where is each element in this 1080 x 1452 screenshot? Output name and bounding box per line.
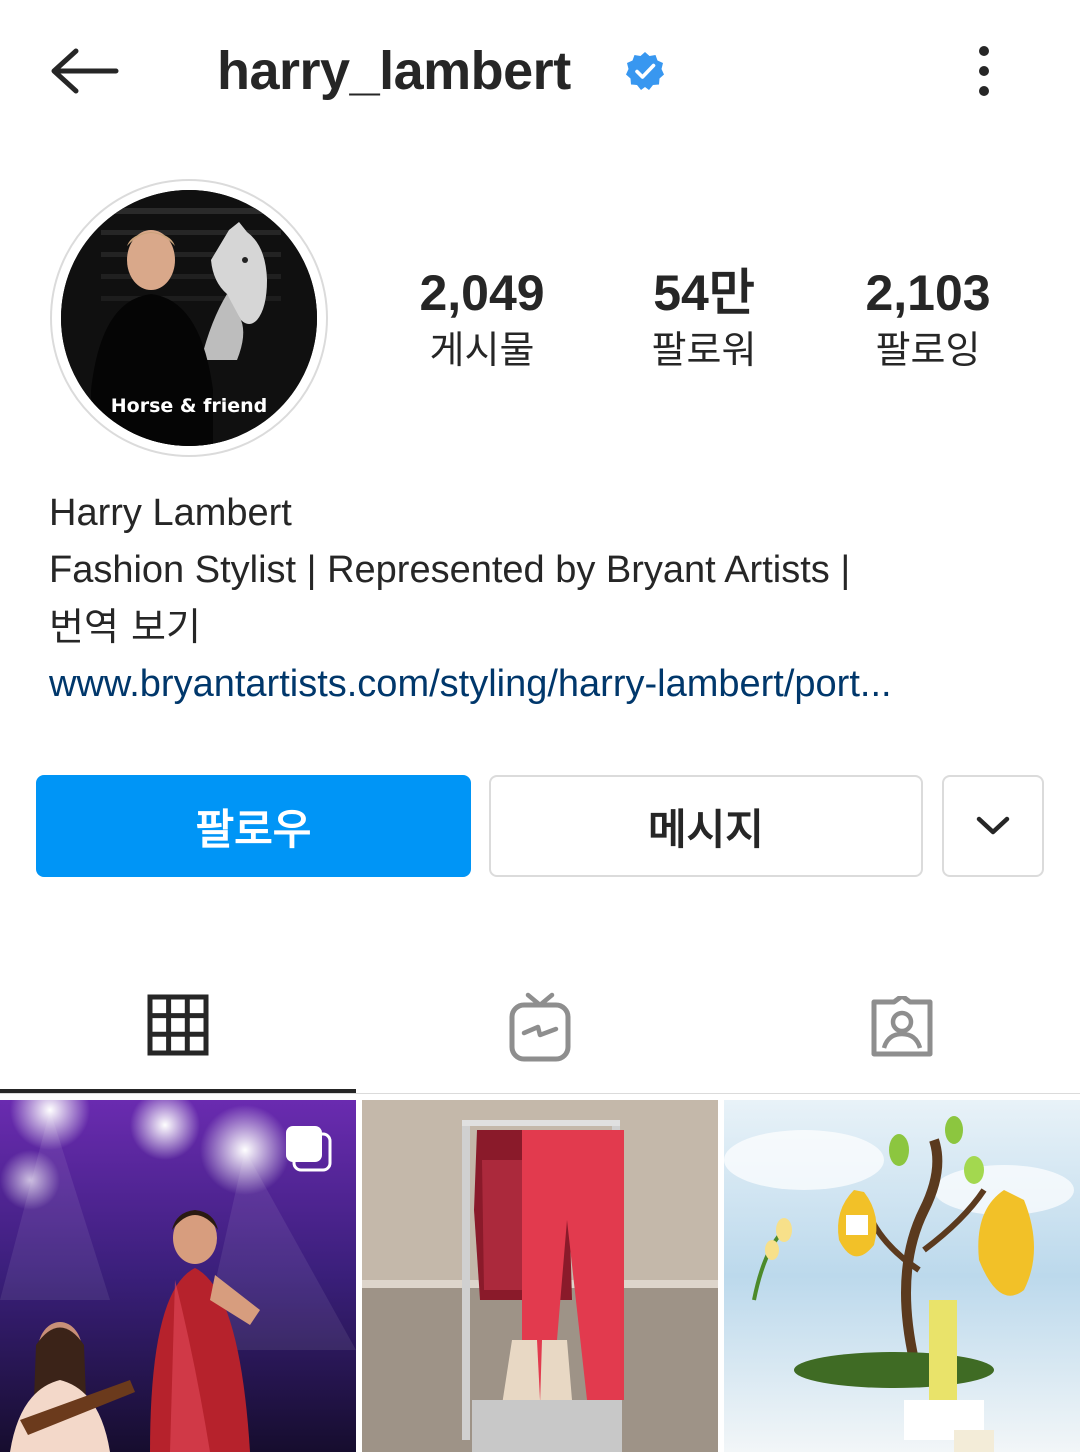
tagged-icon bbox=[871, 995, 933, 1056]
post-thumbnail[interactable] bbox=[0, 1100, 356, 1452]
profile-username: harry_lambert bbox=[217, 41, 571, 101]
stat-posts[interactable]: 2,049 게시물 bbox=[382, 262, 582, 376]
stat-followers-value: 54만 bbox=[653, 265, 755, 321]
back-button[interactable] bbox=[44, 36, 124, 106]
message-button[interactable]: 메시지 bbox=[489, 775, 923, 877]
tab-igtv[interactable] bbox=[362, 960, 718, 1093]
profile-tabs bbox=[0, 960, 1080, 1094]
profile-website-link[interactable]: www.bryantartists.com/styling/harry-lamb… bbox=[49, 656, 1049, 713]
see-translation-link[interactable]: 번역 보기 bbox=[49, 599, 1049, 656]
stat-following-value: 2,103 bbox=[865, 265, 991, 321]
stat-followers[interactable]: 54만 팔로워 bbox=[604, 262, 804, 376]
avatar-image: Horse & friend bbox=[61, 190, 317, 446]
follow-button[interactable]: 팔로우 bbox=[36, 775, 471, 877]
multiple-photos-icon bbox=[286, 1126, 332, 1172]
tab-tagged[interactable] bbox=[724, 960, 1080, 1093]
stat-posts-value: 2,049 bbox=[419, 265, 545, 321]
igtv-icon bbox=[509, 992, 571, 1061]
profile-header: harry_lambert bbox=[0, 0, 1080, 140]
grid-icon bbox=[147, 994, 209, 1055]
post-thumbnail[interactable] bbox=[724, 1100, 1080, 1452]
tab-posts-grid[interactable] bbox=[0, 960, 356, 1093]
arrow-left-icon bbox=[51, 48, 119, 94]
stat-following[interactable]: 2,103 팔로잉 bbox=[828, 262, 1028, 376]
post-image-art-tree bbox=[724, 1100, 1080, 1452]
profile-bio: Harry Lambert Fashion Stylist | Represen… bbox=[49, 485, 1049, 713]
stat-posts-label: 게시물 bbox=[429, 328, 535, 372]
profile-description: Fashion Stylist | Represented by Bryant … bbox=[49, 549, 851, 591]
post-thumbnail[interactable] bbox=[362, 1100, 718, 1452]
verified-badge-icon bbox=[626, 52, 664, 90]
posts-grid bbox=[0, 1100, 1080, 1452]
stat-following-label: 팔로잉 bbox=[875, 328, 981, 372]
more-options-button[interactable] bbox=[954, 36, 1014, 106]
profile-avatar[interactable]: Horse & friend bbox=[50, 179, 328, 457]
avatar-caption: Horse & friend bbox=[110, 395, 268, 417]
suggested-accounts-button[interactable] bbox=[942, 775, 1044, 877]
more-vertical-icon bbox=[979, 46, 989, 96]
profile-full-name: Harry Lambert bbox=[49, 492, 292, 534]
post-image-clothes-rack bbox=[362, 1100, 718, 1452]
stat-followers-label: 팔로워 bbox=[651, 328, 757, 372]
chevron-down-icon bbox=[976, 816, 1010, 835]
